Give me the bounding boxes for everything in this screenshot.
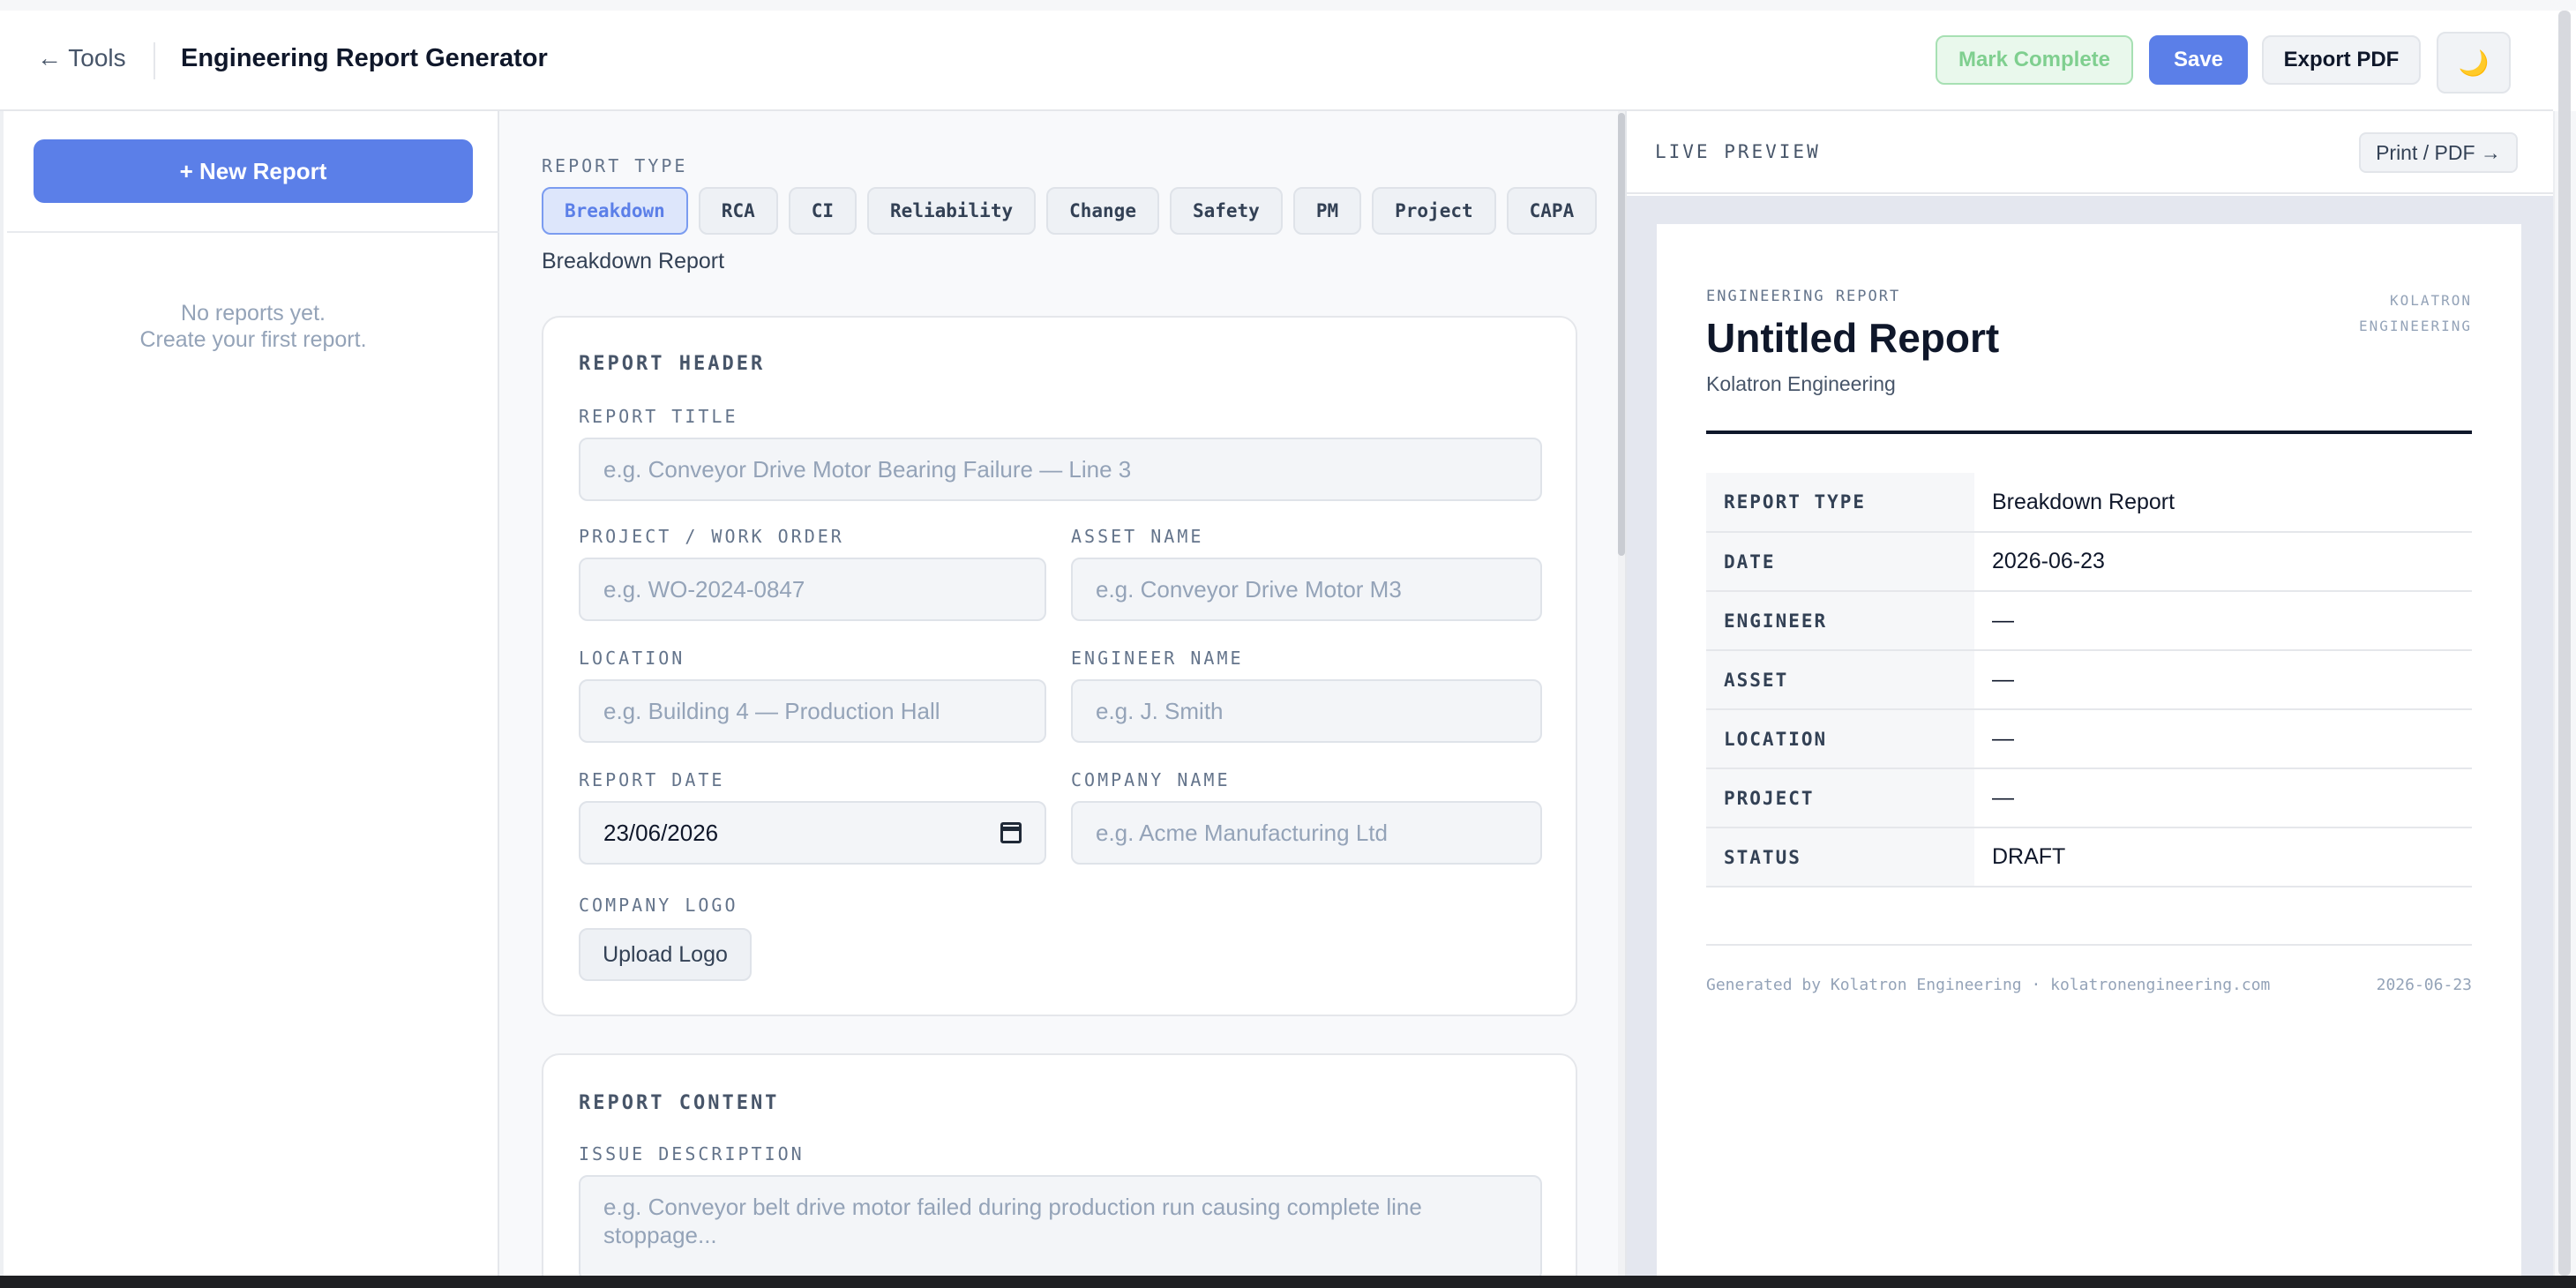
report-type-tab[interactable]: CAPA: [1506, 187, 1598, 235]
report-meta-table: REPORT TYPE Breakdown Report DATE 2026-06-2…: [1706, 473, 2472, 887]
sheet-company: Kolatron Engineering: [1706, 372, 1896, 395]
export-pdf-button[interactable]: Export PDF: [2262, 35, 2421, 85]
print-pdf-button[interactable]: Print / PDF →: [2359, 132, 2518, 173]
sheet-rule: [1706, 431, 2472, 434]
editor-scrollbar-thumb[interactable]: [1618, 113, 1625, 556]
empty-reports-message: No reports yet. Create your first report…: [4, 300, 503, 353]
report-content-card: REPORT CONTENT ISSUE DESCRIPTION e.g. Co…: [542, 1053, 1577, 1276]
editor-panel: REPORT TYPE Breakdown RCA CI Reliability Cha…: [499, 111, 1621, 1276]
meta-key: ENGINEER: [1706, 591, 1974, 651]
report-type-tab[interactable]: Reliability: [867, 187, 1037, 235]
new-report-button[interactable]: + New Report: [34, 139, 473, 203]
report-type-tab[interactable]: Safety: [1169, 187, 1283, 235]
meta-row: STATUS DRAFT: [1706, 827, 2472, 887]
meta-value: DRAFT: [1974, 827, 2472, 887]
meta-row: DATE 2026-06-23: [1706, 532, 2472, 592]
report-type-tab[interactable]: Project: [1372, 187, 1496, 235]
report-sheet: ENGINEERING REPORT Untitled Report Kolat…: [1657, 224, 2521, 1283]
meta-row: REPORT TYPE Breakdown Report: [1706, 473, 2472, 533]
report-type-tab[interactable]: Breakdown: [542, 187, 688, 235]
card-title: REPORT CONTENT: [579, 1092, 780, 1114]
logo-label: COMPANY LOGO: [579, 895, 738, 916]
preview-toolbar: LIVE PREVIEW Print / PDF →: [1627, 111, 2553, 194]
sheet-footer: Generated by Kolatron Engineering · kola…: [1706, 976, 2271, 994]
mark-complete-button[interactable]: Mark Complete: [1936, 35, 2133, 85]
meta-value: —: [1974, 591, 2472, 651]
meta-row: ASSET —: [1706, 650, 2472, 710]
back-to-tools-link[interactable]: ← Tools: [37, 44, 126, 72]
empty-line-1: No reports yet.: [181, 301, 326, 326]
project-input[interactable]: e.g. WO-2024-0847: [579, 558, 1046, 621]
preview-canvas: ENGINEERING REPORT Untitled Report Kolat…: [1627, 196, 2553, 1283]
selected-type-name: Breakdown Report: [542, 249, 725, 273]
app-header: ← Tools Engineering Report Generator Mar…: [0, 11, 2553, 111]
location-label: LOCATION: [579, 648, 685, 669]
report-type-label: REPORT TYPE: [542, 155, 688, 176]
empty-line-2: Create your first report.: [139, 327, 367, 352]
meta-key: LOCATION: [1706, 709, 1974, 769]
brand-line-2: ENGINEERING: [2359, 318, 2472, 334]
save-button[interactable]: Save: [2149, 35, 2248, 85]
sheet-footer-date: 2026-06-23: [2376, 976, 2472, 994]
report-type-tab[interactable]: RCA: [698, 187, 778, 235]
live-preview-label: LIVE PREVIEW: [1655, 141, 1821, 162]
sheet-brand: KOLATRON ENGINEERING: [2359, 288, 2472, 339]
report-header-card: REPORT HEADER REPORT TITLE e.g. Conveyor…: [542, 316, 1577, 1016]
card-title: REPORT HEADER: [579, 353, 766, 375]
date-value: 23/06/2026: [603, 819, 719, 846]
meta-key: ASSET: [1706, 650, 1974, 710]
report-type-tab[interactable]: CI: [788, 187, 857, 235]
meta-key: DATE: [1706, 532, 1974, 592]
report-type-tabs: Breakdown RCA CI Reliability Change Safety PM P…: [542, 187, 1598, 235]
issue-label: ISSUE DESCRIPTION: [579, 1143, 805, 1164]
meta-value: Breakdown Report: [1974, 473, 2472, 533]
company-label: COMPANY NAME: [1071, 769, 1231, 790]
engineer-label: ENGINEER NAME: [1071, 648, 1244, 669]
asset-label: ASSET NAME: [1071, 526, 1204, 547]
brand-line-1: KOLATRON: [2389, 292, 2472, 309]
sheet-eyebrow: ENGINEERING REPORT: [1706, 288, 1901, 305]
page-title: Engineering Report Generator: [181, 44, 548, 72]
sidebar: + New Report No reports yet. Create your…: [0, 111, 499, 1276]
upload-logo-button[interactable]: Upload Logo: [579, 928, 752, 981]
issue-description-textarea[interactable]: e.g. Conveyor belt drive motor failed du…: [579, 1175, 1542, 1276]
meta-row: PROJECT —: [1706, 768, 2472, 828]
meta-key: STATUS: [1706, 827, 1974, 887]
location-input[interactable]: e.g. Building 4 — Production Hall: [579, 679, 1046, 743]
report-title-label: REPORT TITLE: [579, 406, 738, 427]
engineer-input[interactable]: e.g. J. Smith: [1071, 679, 1542, 743]
sidebar-divider: [7, 231, 499, 233]
project-label: PROJECT / WORK ORDER: [579, 526, 844, 547]
date-label: REPORT DATE: [579, 769, 725, 790]
report-type-tab[interactable]: Change: [1046, 187, 1159, 235]
theme-toggle-button[interactable]: 🌙: [2437, 32, 2511, 94]
sheet-title: Untitled Report: [1706, 315, 2000, 361]
company-input[interactable]: e.g. Acme Manufacturing Ltd: [1071, 801, 1542, 865]
meta-key: PROJECT: [1706, 768, 1974, 828]
report-type-tab[interactable]: PM: [1292, 187, 1362, 235]
live-preview-panel: LIVE PREVIEW Print / PDF → ENGINEERING R…: [1627, 111, 2553, 1283]
meta-key: REPORT TYPE: [1706, 473, 1974, 533]
meta-row: LOCATION —: [1706, 709, 2472, 769]
header-divider: [154, 42, 155, 79]
report-date-input[interactable]: 23/06/2026: [579, 801, 1046, 865]
taskbar-strip: [0, 1276, 2576, 1288]
meta-value: —: [1974, 768, 2472, 828]
top-strip: [0, 0, 2576, 11]
meta-value: 2026-06-23: [1974, 532, 2472, 592]
footer-rule: [1706, 944, 2472, 946]
meta-row: ENGINEER —: [1706, 591, 2472, 651]
page-scrollbar-thumb[interactable]: [2558, 11, 2571, 1276]
meta-value: —: [1974, 650, 2472, 710]
asset-input[interactable]: e.g. Conveyor Drive Motor M3: [1071, 558, 1542, 621]
moon-icon: 🌙: [2458, 49, 2490, 77]
meta-value: —: [1974, 709, 2472, 769]
report-title-input[interactable]: e.g. Conveyor Drive Motor Bearing Failur…: [579, 438, 1542, 501]
calendar-icon[interactable]: [1000, 822, 1022, 843]
